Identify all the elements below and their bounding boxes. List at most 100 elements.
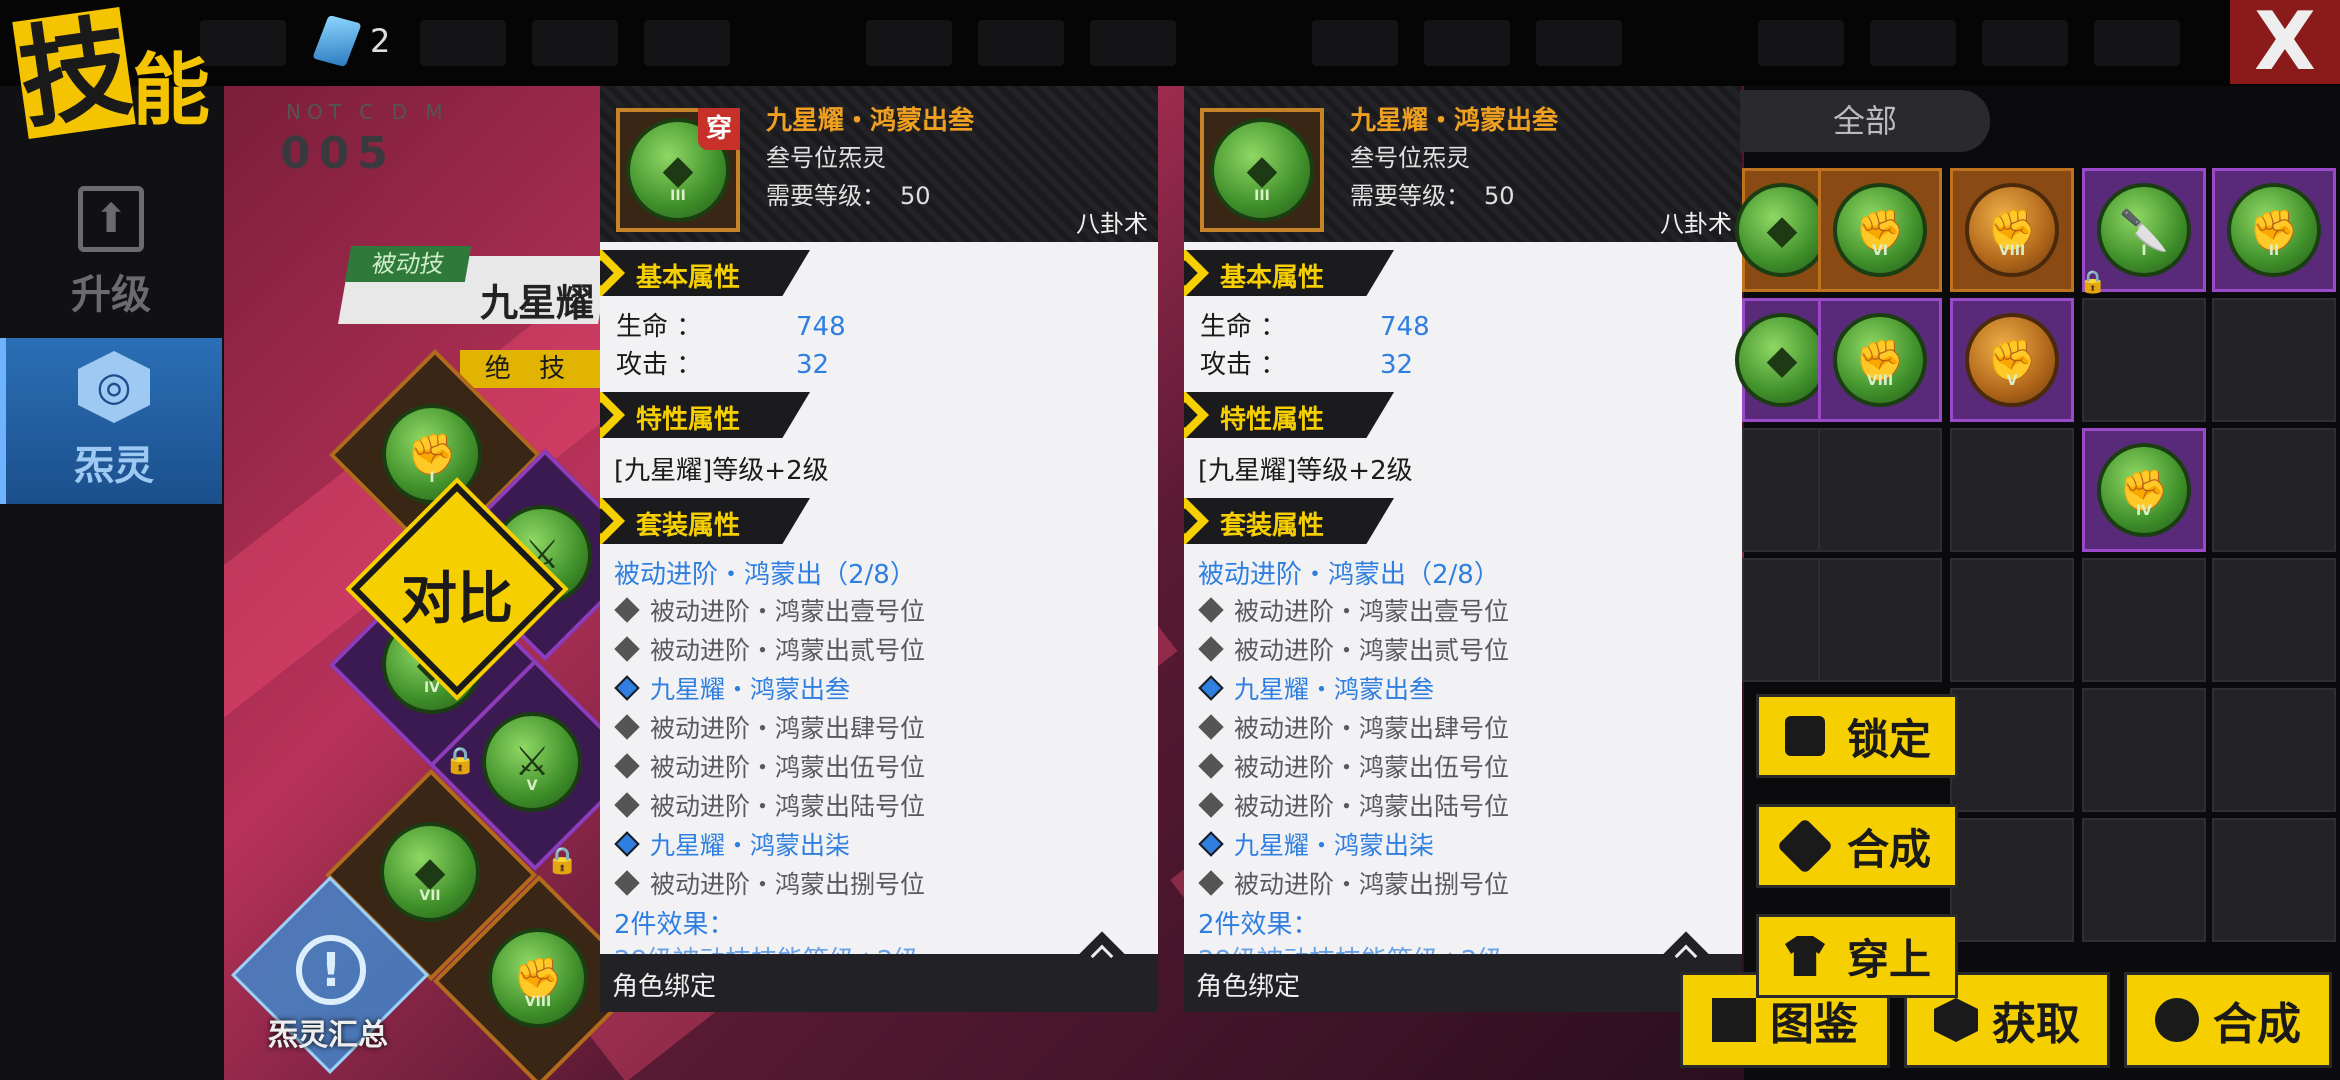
sidebar-item-label: 炁灵 xyxy=(74,443,154,489)
character-name: 九星耀 xyxy=(480,281,595,325)
inventory-slot[interactable]: ✊ VI xyxy=(1818,168,1942,292)
set-item: 被动进阶・鸿蒙出捌号位 xyxy=(614,865,925,901)
two-piece-effect-text: 28级被动技技能等级+2级 xyxy=(614,940,919,954)
ultimate-skill-tag: 绝 技 xyxy=(460,350,600,388)
sidebar-item-upgrade[interactable]: ⬆ 升级 xyxy=(0,170,222,336)
inventory-slot-empty[interactable] xyxy=(2212,298,2336,422)
sidebar-item-label: 升级 xyxy=(71,272,151,318)
fist-medal-icon: ✊ V xyxy=(1965,313,2059,407)
exclamation-icon[interactable]: ! xyxy=(296,935,366,1005)
bind-status: 角色绑定 xyxy=(612,972,717,1002)
set-title: 被动进阶・鸿蒙出（2/8） xyxy=(614,560,916,590)
background-code-text: NOT C D M xyxy=(286,100,449,124)
set-item: 被动进阶・鸿蒙出陆号位 xyxy=(614,787,925,823)
fist-medal-icon: ✊ VIII xyxy=(1965,183,2059,277)
bind-status: 角色绑定 xyxy=(1196,972,1301,1002)
item-required-level: 需要等级： 50 xyxy=(766,182,931,210)
inventory-slot-empty[interactable] xyxy=(2082,818,2206,942)
panel-header: ◆ III 九星耀・鸿蒙出叁 叁号位炁灵 需要等级： 50 八卦术 xyxy=(1184,86,1742,242)
set-item: 被动进阶・鸿蒙出肆号位 xyxy=(614,709,925,745)
inventory-slot-empty[interactable] xyxy=(1818,428,1942,552)
item-name: 九星耀・鸿蒙出叁 xyxy=(766,106,975,136)
inventory-slot[interactable]: ✊ VIII xyxy=(1818,298,1942,422)
set-title: 被动进阶・鸿蒙出（2/8） xyxy=(1198,560,1500,590)
page-title-char-2: 能 xyxy=(132,46,211,136)
close-icon[interactable]: X xyxy=(2254,2,2316,82)
inventory-slot-empty[interactable] xyxy=(2212,428,2336,552)
compare-panel-left: ◆ III 穿 九星耀・鸿蒙出叁 叁号位炁灵 需要等级： 50 八卦术 基本属性 生… xyxy=(600,86,1158,1012)
item-slot-type: 叁号位炁灵 xyxy=(1350,144,1470,172)
item-icon-frame: ◆ III xyxy=(1200,108,1324,232)
item-slot-type: 叁号位炁灵 xyxy=(766,144,886,172)
hexagon-icon: ◎ xyxy=(78,351,150,423)
item-school: 八卦术 xyxy=(1660,210,1732,238)
blade-medal-icon: 🔪 I xyxy=(2097,183,2191,277)
close-button[interactable]: X xyxy=(2230,0,2340,84)
inventory-slot-empty[interactable] xyxy=(2082,558,2206,682)
compare-panel-right: ◆ III 九星耀・鸿蒙出叁 叁号位炁灵 需要等级： 50 八卦术 基本属性 生命 … xyxy=(1184,86,1742,1012)
gem-medal-icon[interactable]: ◆ VII xyxy=(380,822,480,922)
panel-footer: 角色绑定 xyxy=(1184,931,1742,1012)
fist-medal-icon: ✊ IV xyxy=(2097,443,2191,537)
set-item: 被动进阶・鸿蒙出伍号位 xyxy=(614,748,925,784)
set-item-active: 九星耀・鸿蒙出叁 xyxy=(614,670,850,706)
synth-button[interactable]: 合成 xyxy=(1756,804,1958,888)
soul-summary-label[interactable]: 炁灵汇总 xyxy=(268,1010,388,1054)
blade-medal-icon[interactable]: ⚔ V xyxy=(482,712,582,812)
stat-hp: 生命 ： 748 xyxy=(616,312,846,342)
shirt-icon xyxy=(1785,936,1825,976)
panel-header: ◆ III 穿 九星耀・鸿蒙出叁 叁号位炁灵 需要等级： 50 八卦术 xyxy=(600,86,1158,242)
wear-button[interactable]: 穿上 xyxy=(1756,914,1958,998)
inventory-slot-empty[interactable] xyxy=(1950,818,2074,942)
pen-icon xyxy=(1776,817,1834,875)
inventory-slot-empty[interactable] xyxy=(2212,818,2336,942)
panel-footer: 角色绑定 xyxy=(600,931,1158,1012)
top-slot xyxy=(978,20,1064,66)
inventory-slot-empty[interactable] xyxy=(1950,428,2074,552)
section-header-set: 套装属性 xyxy=(600,498,810,544)
sidebar-item-soul[interactable]: ◎ 炁灵 xyxy=(0,338,222,504)
inventory-slot-empty[interactable] xyxy=(2082,298,2206,422)
two-piece-effect-text: 28级被动技技能等级+2级 xyxy=(1198,940,1503,954)
inventory-slot-empty[interactable] xyxy=(1818,558,1942,682)
fist-medal-icon[interactable]: ✊ VIII xyxy=(488,928,588,1028)
top-slot xyxy=(1536,20,1622,66)
left-panel-background xyxy=(0,0,224,1080)
page-title: 技 能 xyxy=(12,2,260,148)
inventory-slot[interactable]: ✊ II xyxy=(2212,168,2336,292)
inventory-slot[interactable]: ✊ V xyxy=(1950,298,2074,422)
inventory-slot-empty[interactable] xyxy=(2212,688,2336,812)
stat-attack: 攻击 ： 32 xyxy=(616,350,830,380)
lock-button[interactable]: 锁定 xyxy=(1756,694,1958,778)
inventory-slot-empty[interactable] xyxy=(1950,558,2074,682)
inventory-slot-empty[interactable] xyxy=(1950,688,2074,812)
compare-label: 对比 xyxy=(401,567,513,632)
set-item: 被动进阶・鸿蒙出捌号位 xyxy=(1198,865,1509,901)
panel-body[interactable]: 基本属性 生命 ： 748 攻击 ： 32 特性属性 [九星耀]等级+2级 套装属性… xyxy=(600,242,1158,954)
set-item-active: 九星耀・鸿蒙出叁 xyxy=(1198,670,1434,706)
inventory-slot[interactable]: ✊ VIII xyxy=(1950,168,2074,292)
inventory-slot-empty[interactable] xyxy=(2212,558,2336,682)
inventory-slot-empty[interactable] xyxy=(2082,688,2206,812)
inventory-slot[interactable]: 🔪 I 🔒 xyxy=(2079,168,2206,295)
panel-body[interactable]: 基本属性 生命 ： 748 攻击 ： 32 特性属性 [九星耀]等级+2级 套装属性… xyxy=(1184,242,1742,954)
filter-all-tab[interactable]: 全部 xyxy=(1740,90,1990,152)
inventory-slot[interactable]: ✊ IV xyxy=(2082,428,2206,552)
item-icon-frame: ◆ III 穿 xyxy=(616,108,740,232)
section-header-set: 套装属性 xyxy=(1184,498,1394,544)
page-title-char-1: 技 xyxy=(11,1,139,144)
item-school: 八卦术 xyxy=(1076,210,1148,238)
top-slot xyxy=(1424,20,1510,66)
gem-medal-icon: ◆ III xyxy=(1210,118,1314,222)
fist-medal-icon: ✊ II xyxy=(2227,183,2321,277)
fist-medal-icon[interactable]: ✊ I xyxy=(382,404,482,504)
set-item: 被动进阶・鸿蒙出壹号位 xyxy=(1198,592,1509,628)
lock-icon: 🔒 xyxy=(444,746,477,776)
flower-icon xyxy=(2155,998,2199,1042)
lock-icon: 🔒 xyxy=(546,846,579,876)
gem-medal-icon: ◆ xyxy=(1735,183,1829,277)
trait-text: [九星耀]等级+2级 xyxy=(1198,456,1413,486)
synth-bottom-button[interactable]: 合成 xyxy=(2124,972,2332,1068)
item-required-level: 需要等级： 50 xyxy=(1350,182,1515,210)
set-item: 被动进阶・鸿蒙出陆号位 xyxy=(1198,787,1509,823)
